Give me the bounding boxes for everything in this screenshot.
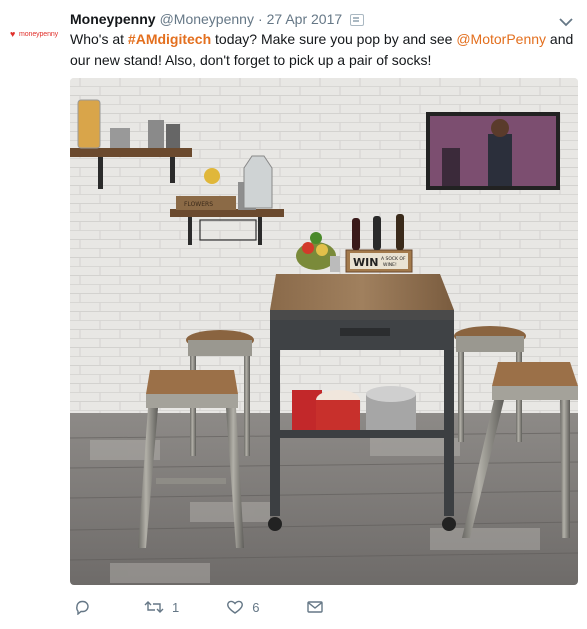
chevron-down-icon[interactable] [559,14,573,27]
heart-logo-icon: ♥ [10,29,16,39]
tweet-header: Moneypenny @Moneypenny · 27 Apr 2017 [70,10,365,28]
crate-sign-sub2: WINE! [383,262,397,268]
tweet-text-part: today? Make sure you pop by and see [211,31,457,47]
like-button[interactable]: 6 [226,599,259,615]
avatar-brand-text: moneypenny [19,30,59,38]
tweet-card: ♥ moneypenny Moneypenny @Moneypenny · 27… [0,0,587,629]
card-icon [350,14,365,26]
tweet-photo[interactable]: FLOWERS WIN A SOCK OF WINE! [70,78,578,585]
avatar[interactable]: ♥ moneypenny [10,22,60,46]
heart-icon [226,599,244,615]
tweet-text: Who's at #AMdigitech today? Make sure yo… [70,29,578,71]
direct-message-button[interactable] [307,600,324,614]
tweet-date[interactable]: 27 Apr 2017 [267,11,343,27]
crate-sign-sub1: A SOCK OF [381,256,406,262]
author-name[interactable]: Moneypenny [70,11,156,27]
hashtag-link[interactable]: #AMdigitech [128,31,211,47]
retweet-icon [144,599,164,615]
retweet-count: 1 [172,599,180,615]
like-count: 6 [252,599,260,615]
reply-button[interactable] [74,599,90,615]
author-handle[interactable]: @Moneypenny [160,11,254,27]
crate-sign-main: WIN [353,256,378,269]
flowers-box-label: FLOWERS [184,201,213,208]
photo-scene: FLOWERS WIN A SOCK OF WINE! [70,78,578,585]
tweet-text-part: Who's at [70,31,128,47]
retweet-button[interactable]: 1 [144,599,179,615]
header-separator: · [257,11,263,27]
reply-icon [74,599,90,615]
envelope-icon [307,600,324,614]
mention-link[interactable]: @MotorPenny [456,31,546,47]
tweet-actions: 1 6 [70,596,470,618]
